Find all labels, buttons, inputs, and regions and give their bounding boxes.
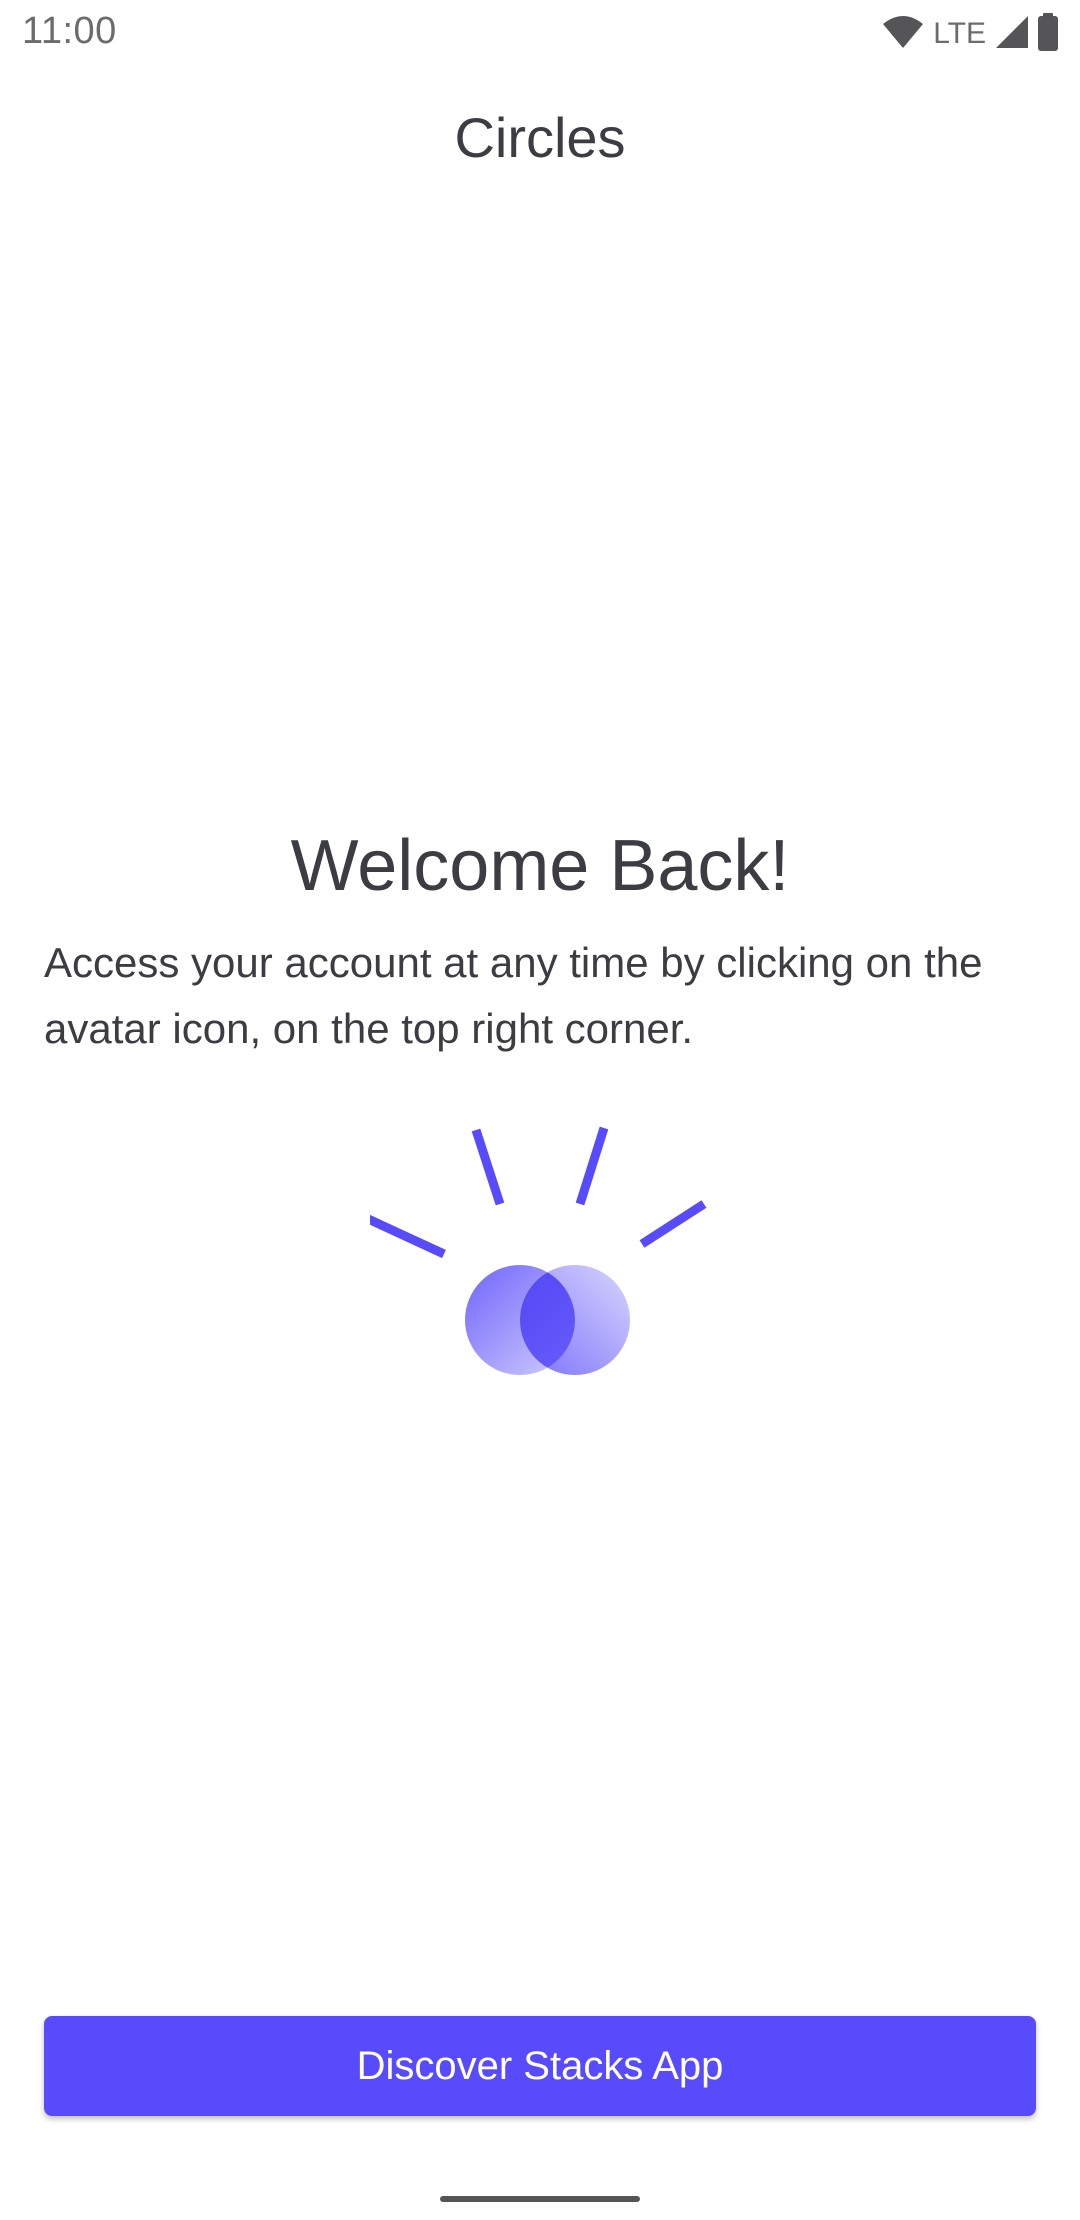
overlapping-circles-icon xyxy=(364,1120,710,1390)
discover-stacks-app-button[interactable]: Discover Stacks App xyxy=(44,2016,1036,2116)
status-time: 11:00 xyxy=(22,10,117,52)
wifi-icon xyxy=(881,14,925,55)
home-indicator[interactable] xyxy=(440,2196,640,2202)
app-title: Circles xyxy=(454,106,626,169)
status-bar: 11:00 LTE xyxy=(0,0,1080,66)
signal-icon xyxy=(994,14,1030,55)
status-icons: LTE xyxy=(881,12,1060,56)
welcome-heading: Welcome Back! xyxy=(290,826,790,906)
battery-icon xyxy=(1036,12,1060,57)
welcome-message: Access your account at any time by click… xyxy=(44,939,983,1052)
network-type-label: LTE xyxy=(933,17,986,50)
